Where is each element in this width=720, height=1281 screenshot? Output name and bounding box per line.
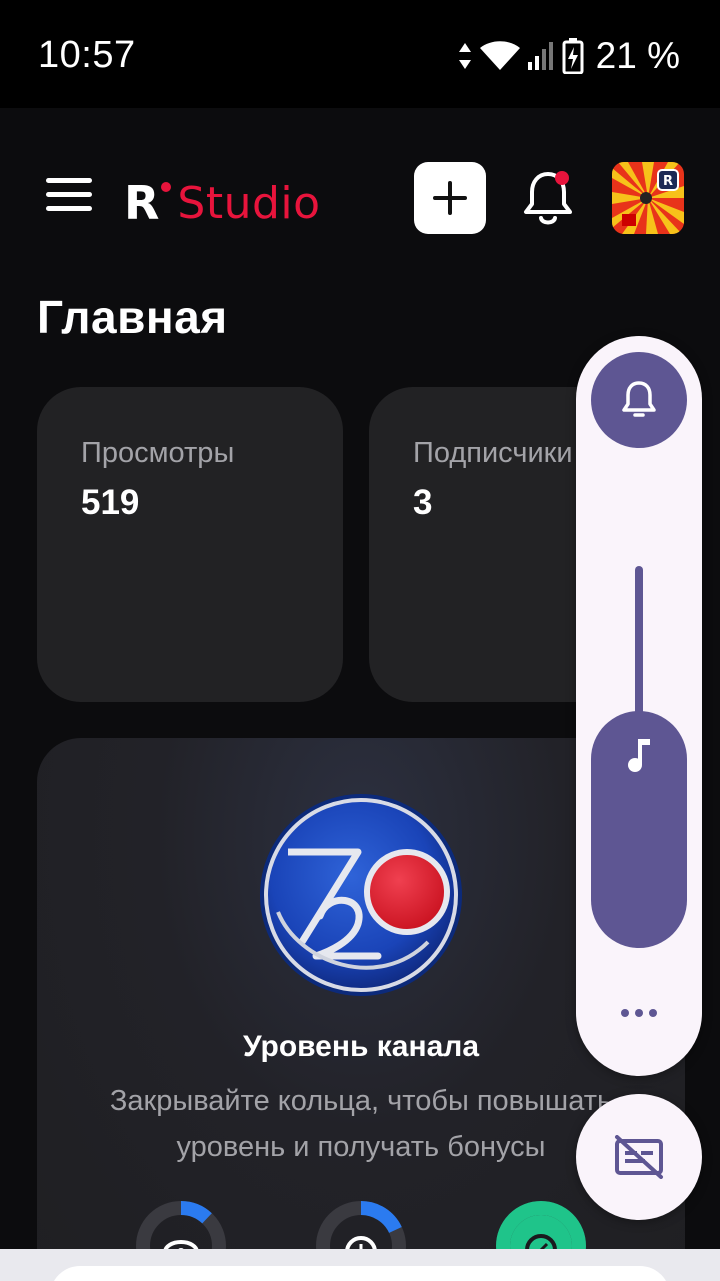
level-subtitle: Закрывайте кольца, чтобы повышать уровен…: [109, 1085, 613, 1163]
subscribers-value: 3: [413, 483, 433, 522]
avatar-image: R: [612, 162, 684, 234]
menu-button[interactable]: [46, 178, 98, 218]
app-header: R Studio R: [0, 108, 720, 288]
rstudio-logo[interactable]: R Studio: [124, 166, 321, 226]
add-button[interactable]: [414, 162, 486, 234]
battery-percent: 21 %: [595, 35, 680, 76]
dot: [635, 1009, 643, 1017]
bell-icon: [524, 171, 572, 225]
live-caption-button[interactable]: [576, 1094, 702, 1220]
volume-panel: [576, 336, 702, 1076]
svg-text:R: R: [663, 174, 673, 189]
battery-icon: [562, 38, 584, 74]
volume-more-button[interactable]: [609, 991, 669, 1035]
views-card[interactable]: Просмотры 519: [37, 387, 343, 702]
level-badge-icon: [260, 794, 462, 996]
profile-avatar[interactable]: R: [612, 162, 684, 234]
captions-off-icon: [615, 1135, 663, 1179]
status-icons: 21 %: [458, 34, 680, 78]
dot: [621, 1009, 629, 1017]
bell-icon: [622, 381, 656, 417]
bottom-sheet-handle[interactable]: [50, 1266, 670, 1281]
hamburger-line: [46, 192, 92, 197]
media-volume-slider[interactable]: [591, 711, 687, 948]
cell-signal-icon: [527, 42, 553, 70]
subscribers-label: Подписчики: [413, 437, 573, 469]
status-bar: 10:57 21 %: [0, 0, 720, 108]
notifications-button[interactable]: [522, 166, 578, 230]
data-arrows-icon: [458, 43, 471, 69]
views-value: 519: [81, 483, 140, 522]
dot: [649, 1009, 657, 1017]
hamburger-line: [46, 206, 92, 211]
hamburger-line: [46, 178, 92, 183]
ringer-mode-button[interactable]: [591, 352, 687, 448]
logo-dot: [161, 182, 172, 192]
status-time: 10:57: [38, 34, 136, 76]
views-label: Просмотры: [81, 437, 235, 469]
page-title: Главная: [37, 291, 228, 343]
music-note-icon: [628, 739, 650, 773]
wifi-icon: [479, 41, 520, 70]
logo-text: Studio: [177, 178, 321, 229]
plus-icon: [433, 181, 467, 215]
logo-letter: R: [124, 176, 160, 230]
